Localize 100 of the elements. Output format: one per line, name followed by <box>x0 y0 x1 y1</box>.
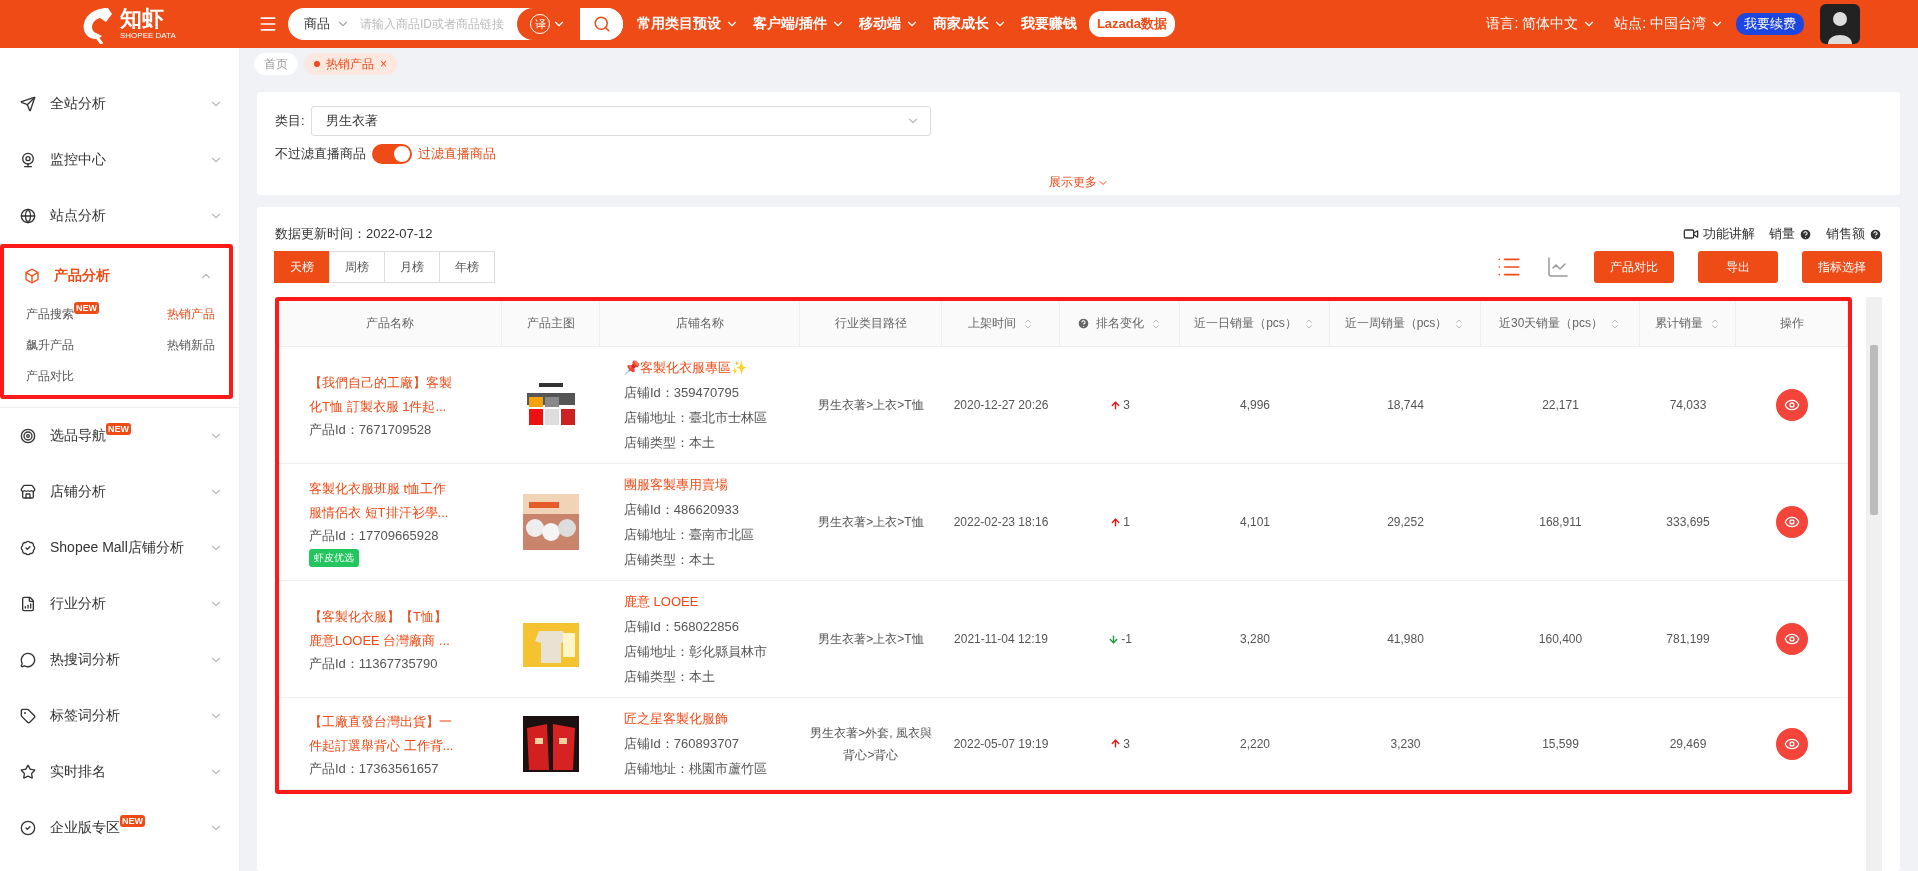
sidebar-item[interactable]: 监控中心 <box>0 132 239 188</box>
table-cell-text: 15,599 <box>1541 735 1580 753</box>
arrow-up-icon <box>1110 399 1122 411</box>
column-header[interactable]: 累计销量 <box>1640 301 1736 346</box>
view-button[interactable] <box>1776 389 1808 421</box>
show-more-link[interactable]: 展示更多 <box>1038 174 1119 191</box>
help-link[interactable]: 销售额 <box>1826 225 1882 243</box>
chart-view-icon[interactable] <box>1546 255 1570 279</box>
table-cell-text: 29,469 <box>1668 735 1708 753</box>
category-path: 男生衣著>上衣>T恤 <box>818 631 924 648</box>
sidebar-item[interactable]: 行业分析 <box>0 576 239 632</box>
sidebar-item[interactable]: Shopee Mall店铺分析 <box>0 520 239 576</box>
submenu-item[interactable]: 热销新品 <box>120 337 215 354</box>
shop-name-link[interactable]: 匠之星客製化服飾 <box>624 706 790 731</box>
submenu-item[interactable]: 飙升产品 <box>26 337 121 354</box>
period-tab[interactable]: 月榜 <box>384 251 440 283</box>
table-cell-text: 41,980 <box>1386 631 1425 648</box>
action-button[interactable]: 导出 <box>1698 251 1778 283</box>
table-cell-text: 22,171 <box>1541 397 1580 414</box>
help-link[interactable]: 功能讲解 <box>1683 225 1755 243</box>
sidebar-item[interactable]: 产品分析 <box>4 248 229 304</box>
search-field[interactable]: 商品 请输入商品ID或者商品链接 译 <box>288 8 623 40</box>
help-link[interactable]: 销量 <box>1769 225 1812 243</box>
submenu-item[interactable]: 热销产品 <box>120 306 215 323</box>
nav-menu[interactable]: 移动端 <box>858 15 919 33</box>
period-tab[interactable]: 天榜 <box>274 251 330 283</box>
column-header[interactable]: 上架时间 <box>942 301 1060 346</box>
sidebar-item[interactable]: 全站分析 <box>0 76 239 132</box>
webcam-icon <box>20 152 36 168</box>
live-filter-switch[interactable] <box>372 144 412 164</box>
action-button[interactable]: 指标选择 <box>1802 251 1882 283</box>
table-cell-text: 18,744 <box>1386 397 1425 414</box>
table-cell-text: 3,280 <box>1239 631 1271 648</box>
sidebar-item[interactable]: 热搜词分析 <box>0 632 239 688</box>
shop-info: 店铺类型：本土 <box>624 434 716 452</box>
globe-icon <box>20 208 36 224</box>
view-button[interactable] <box>1776 506 1808 538</box>
sidebar-item[interactable]: 店铺分析 <box>0 464 239 520</box>
tag-icon <box>20 708 36 724</box>
nav-link[interactable]: 我要赚钱 <box>1020 15 1077 33</box>
nav-menu[interactable]: 常用类目预设 <box>637 15 739 33</box>
video-icon <box>1683 226 1699 242</box>
period-tab[interactable]: 年榜 <box>439 251 495 283</box>
view-button[interactable] <box>1776 727 1808 760</box>
product-name-link[interactable]: 【我們自己的工廠】客製化T恤 訂製衣服 1件起... <box>309 371 459 419</box>
update-time: 数据更新时间：2022-07-12 <box>275 225 433 243</box>
avatar[interactable] <box>1820 4 1860 44</box>
product-name-link[interactable]: 【客製化衣服】【T恤】鹿意LOOEE 台灣廠商 ... <box>309 605 459 653</box>
sidebar-item[interactable]: 实时排名 <box>0 744 239 800</box>
page-tab[interactable]: 热销产品 × <box>304 53 397 75</box>
product-id: 产品Id：7671709528 <box>309 421 433 439</box>
site-menu[interactable]: 站点: 中国台湾 <box>1614 15 1724 33</box>
shop-name-link[interactable]: 團服客製專用賣場 <box>624 472 790 497</box>
rank-change: 3 <box>1110 736 1130 751</box>
period-tab[interactable]: 周榜 <box>329 251 385 283</box>
sidebar-item[interactable]: 标签词分析 <box>0 688 239 744</box>
column-header[interactable]: 近一周销量（pcs） <box>1330 301 1481 346</box>
shop-info: 店铺地址：彰化縣員林市 <box>624 643 768 661</box>
new-badge: NEW <box>120 815 145 827</box>
table-cell-text: 4,101 <box>1239 514 1271 531</box>
star-icon <box>20 764 36 780</box>
scope-select[interactable]: 商品 <box>288 15 358 33</box>
table-cell-text: 2,220 <box>1239 735 1271 753</box>
scrollbar[interactable] <box>1866 297 1882 871</box>
column-header: 产品主图 <box>502 301 600 346</box>
category-select[interactable]: 男生衣著 <box>310 106 931 136</box>
column-header: 行业类目路径 <box>800 301 942 346</box>
product-id: 产品Id：17363561657 <box>309 759 440 778</box>
column-header[interactable]: 近一日销量（pcs） <box>1180 301 1330 346</box>
view-button[interactable] <box>1776 623 1808 655</box>
sidebar-item[interactable]: 站点分析 <box>0 188 239 244</box>
shop-info: 店铺地址：桃園市蘆竹區 <box>624 760 768 778</box>
new-badge: NEW <box>106 423 131 435</box>
table-cell-text: 3,230 <box>1389 735 1422 753</box>
nav-menu[interactable]: 商家成长 <box>932 15 1007 33</box>
nav-menu[interactable]: 客户端/插件 <box>753 15 845 33</box>
submenu-item[interactable]: 产品对比 <box>26 368 121 385</box>
column-header: 产品名称 <box>279 301 502 346</box>
product-badge: 虾皮优选 <box>309 549 359 567</box>
table-cell-text: 4,996 <box>1239 397 1271 414</box>
language-menu[interactable]: 语言: 简体中文 <box>1486 15 1597 33</box>
menu-icon[interactable] <box>258 14 278 34</box>
table-cell-text: 2020-12-27 20:26 <box>952 397 1050 414</box>
table-cell-text: 29,252 <box>1386 514 1425 531</box>
switch-label: 过滤直播商品 <box>418 145 496 163</box>
translate-button[interactable]: 译 <box>517 8 579 40</box>
renew-button[interactable]: 我要续费 <box>1736 13 1804 35</box>
category-label: 类目: <box>275 112 305 130</box>
product-name-link[interactable]: 客製化衣服班服 t恤工作服情侶衣 短T排汗衫學... <box>309 477 459 525</box>
table-cell-text: 168,911 <box>1538 514 1583 531</box>
column-header[interactable]: 排名变化 <box>1060 301 1180 346</box>
shop-name-link[interactable]: 鹿意 LOOEE <box>624 589 790 614</box>
column-header[interactable]: 近30天销量（pcs） <box>1481 301 1640 346</box>
search-button[interactable] <box>579 8 623 40</box>
product-name-link[interactable]: 【工廠直發台灣出貨】一件起訂選舉背心 工作背... <box>309 709 459 758</box>
arrow-down-icon <box>1108 633 1120 645</box>
action-button[interactable]: 产品对比 <box>1594 251 1674 283</box>
new-badge: NEW <box>74 302 99 314</box>
nav-link[interactable]: Lazada数据 <box>1088 11 1175 37</box>
shop-name-link[interactable]: 📌客製化衣服專區✨ <box>624 355 790 380</box>
